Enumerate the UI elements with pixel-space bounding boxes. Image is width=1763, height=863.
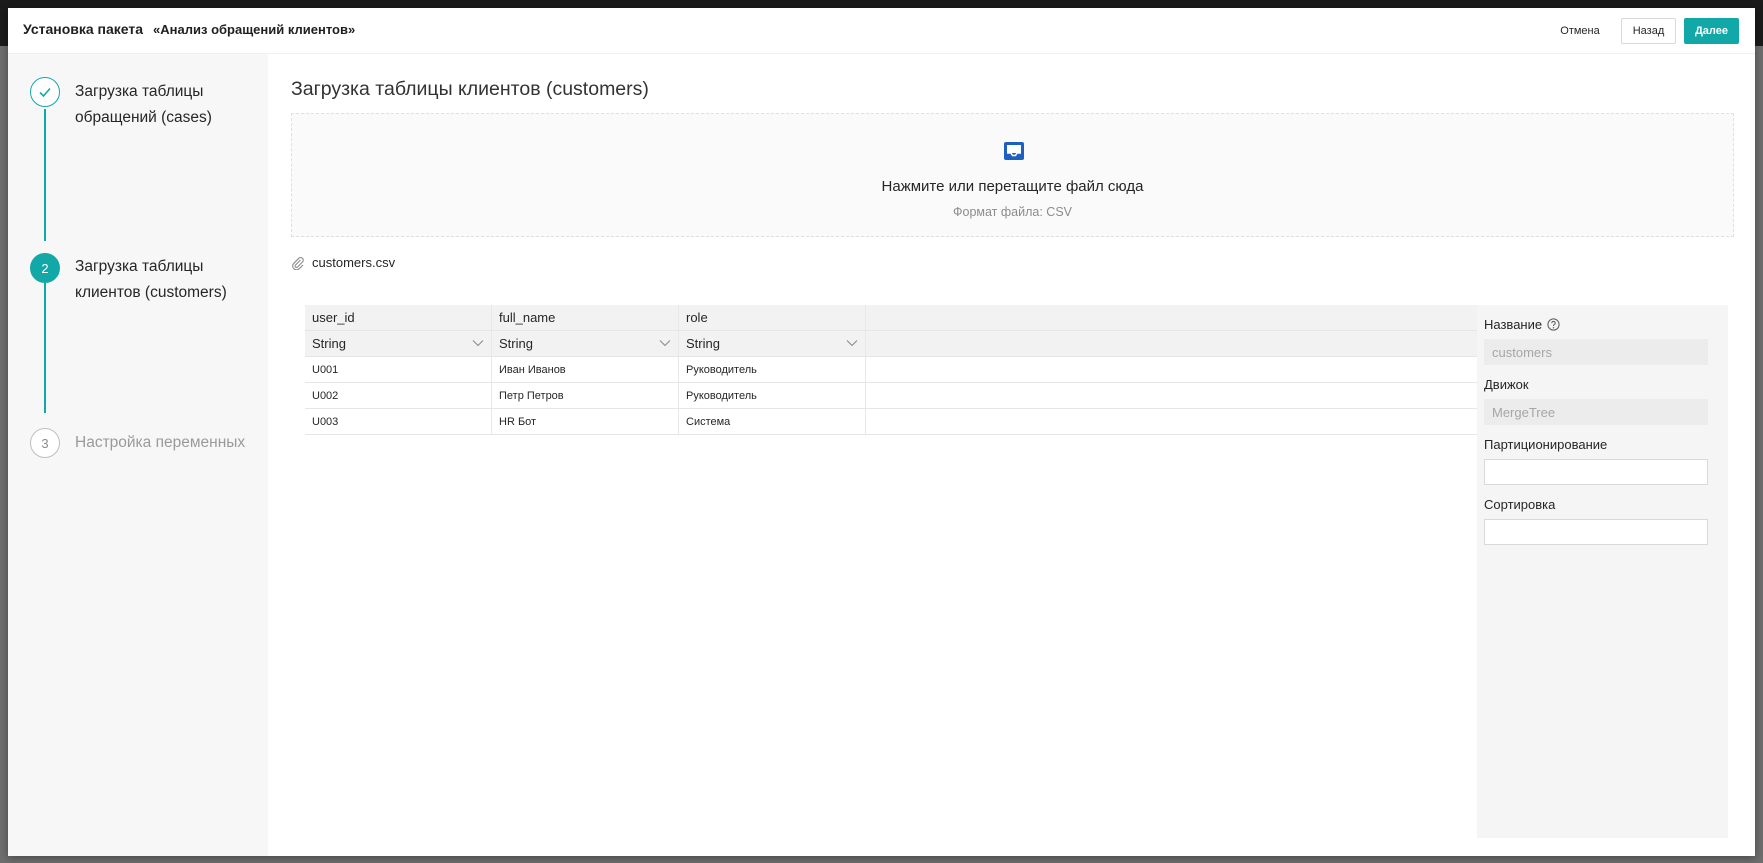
file-upload-dropzone[interactable]: Нажмите или перетащите файл сюда Формат … [291, 113, 1734, 237]
inbox-icon [1004, 142, 1024, 160]
table-properties: Название customers Движок MergeTree Парт… [1484, 305, 1720, 838]
grid-header-row: user_id full_name role [305, 305, 1477, 331]
table-cell: U001 [305, 357, 492, 382]
modal-header: Установка пакета «Анализ обращений клиент… [8, 8, 1755, 54]
next-button[interactable]: Далее [1684, 18, 1739, 44]
cancel-button[interactable]: Отмена [1554, 18, 1606, 44]
step-number: 3 [30, 428, 60, 458]
page-title: Загрузка таблицы клиентов (customers) [291, 78, 649, 100]
file-name: customers.csv [312, 255, 396, 270]
header-filler [866, 305, 1477, 330]
sort-field[interactable] [1484, 519, 1708, 545]
table-cell: HR Бот [492, 409, 679, 434]
table-cell: Система [679, 409, 866, 434]
table-cell: Руководитель [679, 383, 866, 408]
column-type-value: String [312, 336, 346, 351]
row-filler [866, 383, 1477, 408]
table-cell: Петр Петров [492, 383, 679, 408]
name-label: Название [1484, 317, 1543, 332]
table-row: U001 Иван Иванов Руководитель [305, 357, 1477, 383]
table-cell: U003 [305, 409, 492, 434]
modal-title-prefix: Установка пакета [23, 21, 144, 37]
step-connector [44, 283, 46, 413]
chevron-down-icon [472, 340, 484, 347]
column-type-select[interactable]: String [305, 331, 492, 356]
sort-label: Сортировка [1484, 497, 1556, 512]
row-filler [866, 357, 1477, 382]
column-type-select[interactable]: String [679, 331, 866, 356]
partition-field[interactable] [1484, 459, 1708, 485]
uploaded-file[interactable]: customers.csv [291, 255, 395, 270]
step-connector [44, 109, 46, 241]
main-content: Загрузка таблицы клиентов (customers) На… [268, 54, 1755, 856]
help-icon[interactable] [1547, 318, 1560, 331]
partition-label: Партиционирование [1484, 437, 1608, 452]
column-type-value: String [499, 336, 533, 351]
step-label: Загрузка таблицы клиентов (customers) [75, 258, 227, 301]
column-type-value: String [686, 336, 720, 351]
table-cell: U002 [305, 383, 492, 408]
grid-type-row: String String String [305, 331, 1477, 357]
column-header: full_name [492, 305, 679, 330]
table-row: U003 HR Бот Система [305, 409, 1477, 435]
modal-title: Установка пакета «Анализ обращений клиент… [23, 21, 355, 37]
table-row: U002 Петр Петров Руководитель [305, 383, 1477, 409]
engine-field[interactable]: MergeTree [1484, 399, 1708, 425]
back-button[interactable]: Назад [1621, 18, 1676, 44]
steps-sidebar: Загрузка таблицы обращений (cases) 2 Заг… [8, 54, 268, 856]
upload-format-hint: Формат файла: CSV [953, 205, 1072, 219]
name-label-row: Название [1484, 317, 1560, 332]
install-package-modal: Установка пакета «Анализ обращений клиент… [8, 8, 1755, 856]
table-cell: Иван Иванов [492, 357, 679, 382]
chevron-down-icon [846, 340, 858, 347]
name-field[interactable]: customers [1484, 339, 1708, 365]
column-type-select[interactable]: String [492, 331, 679, 356]
step-label: Настройка переменных [75, 434, 246, 451]
engine-label: Движок [1484, 377, 1529, 392]
package-name: «Анализ обращений клиентов» [153, 22, 356, 37]
step-label: Загрузка таблицы обращений (cases) [75, 83, 212, 126]
step-number: 2 [30, 253, 60, 283]
check-icon [39, 87, 51, 98]
row-filler [866, 409, 1477, 434]
table-preview-panel: user_id full_name role String String Str… [305, 305, 1728, 838]
data-grid: user_id full_name role String String Str… [305, 305, 1477, 838]
table-cell: Руководитель [679, 357, 866, 382]
type-filler [866, 331, 1477, 356]
chevron-down-icon [659, 340, 671, 347]
step-status-circle [30, 77, 60, 107]
upload-main-text: Нажмите или перетащите файл сюда [881, 178, 1144, 195]
paperclip-icon [292, 256, 304, 270]
column-header: role [679, 305, 866, 330]
column-header: user_id [305, 305, 492, 330]
